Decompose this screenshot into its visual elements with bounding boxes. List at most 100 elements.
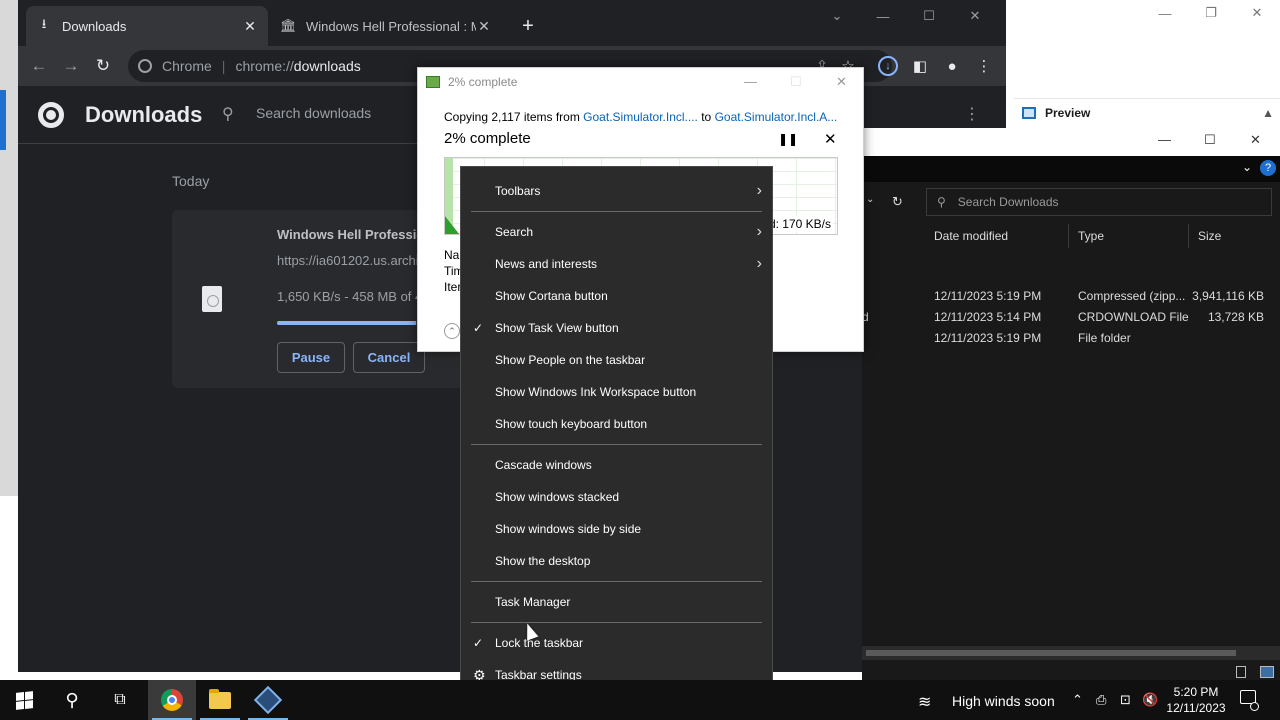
large-icons-view-icon[interactable]: [1260, 666, 1274, 678]
copy-icon: [426, 76, 440, 88]
menu-item-lock-the-taskbar[interactable]: ✓ Lock the taskbar: [461, 627, 772, 659]
scroll-up-icon[interactable]: ▲: [1262, 106, 1274, 120]
close-icon[interactable]: ✕: [952, 4, 998, 28]
task-view-icon[interactable]: ⧉: [96, 680, 144, 720]
menu-item-label: Show the desktop: [495, 554, 591, 568]
horizontal-scrollbar[interactable]: [862, 646, 1280, 660]
pause-button[interactable]: Pause: [277, 342, 345, 373]
forward-icon[interactable]: →: [58, 53, 84, 79]
tab-downloads[interactable]: ⭳ Downloads ✕: [26, 6, 268, 46]
minimize-icon[interactable]: —: [1158, 132, 1171, 147]
tab-windows-hell[interactable]: 🏛 Windows Hell Professional : Mic ✕: [270, 6, 502, 46]
explorer-taskbar-button[interactable]: [196, 680, 244, 720]
network-icon[interactable]: ⊡: [1120, 692, 1131, 708]
search-icon[interactable]: ⚲: [48, 680, 96, 720]
menu-item-label: News and interests: [495, 257, 598, 271]
preview-icon: [1022, 106, 1036, 119]
search-downloads-input[interactable]: Search downloads: [256, 105, 371, 121]
refresh-icon[interactable]: ↻: [892, 194, 903, 210]
search-icon[interactable]: ⚲: [222, 104, 234, 124]
show-hidden-icons-icon[interactable]: ⌃: [1072, 692, 1083, 708]
column-type[interactable]: Type: [1078, 229, 1104, 243]
explorer-search-input[interactable]: ⚲ Search Downloads: [926, 188, 1272, 216]
menu-item-show-cortana-button[interactable]: Show Cortana button: [461, 280, 772, 312]
volume-muted-icon[interactable]: 🔇: [1142, 692, 1158, 708]
menu-item-show-windows-stacked[interactable]: Show windows stacked: [461, 481, 772, 513]
maximize-icon[interactable]: ☐: [1204, 132, 1216, 148]
more-actions-icon[interactable]: ⋮: [964, 104, 980, 124]
chrome-taskbar-button[interactable]: [148, 680, 196, 720]
restore-icon[interactable]: ❐: [1188, 2, 1234, 24]
minimize-icon[interactable]: —: [860, 4, 906, 28]
menu-icon[interactable]: ⋮: [970, 52, 998, 80]
close-icon[interactable]: ✕: [836, 74, 847, 90]
virtualbox-taskbar-button[interactable]: [244, 680, 292, 720]
menu-item-cascade-windows[interactable]: Cascade windows: [461, 449, 772, 481]
scrollbar-thumb[interactable]: [866, 650, 1236, 656]
address-dropdown-icon[interactable]: ⌄: [866, 194, 874, 205]
menu-item-show-task-view-button[interactable]: ✓ Show Task View button: [461, 312, 772, 344]
vertical-scrollbar[interactable]: [1268, 224, 1280, 644]
pause-icon[interactable]: ❚❚: [778, 132, 798, 146]
submenu-arrow-icon: ›: [756, 255, 762, 272]
file-row[interactable]: 12/11/2023 5:19 PM Compressed (zipp... 3…: [862, 286, 1280, 306]
preview-pane-header: Preview ▲: [1014, 98, 1280, 126]
file-row[interactable]: 12/11/2023 5:19 PM File folder: [862, 328, 1280, 348]
tab-close-icon[interactable]: ✕: [242, 18, 258, 35]
ribbon-expand-icon[interactable]: ⌄: [1242, 160, 1252, 174]
cancel-copy-icon[interactable]: ✕: [824, 130, 837, 148]
destination-folder-link[interactable]: Goat.Simulator.Incl.A...: [715, 110, 838, 124]
file-explorer-window: — ☐ ✕ ⌄ ? ⌄ ↻ ⚲ Search Downloads Date mo…: [862, 128, 1280, 682]
start-button[interactable]: [0, 680, 48, 720]
fewer-details-icon[interactable]: ⌃: [444, 323, 460, 339]
maximize-icon[interactable]: ☐: [906, 4, 952, 28]
wind-weather-icon[interactable]: ≋: [918, 692, 931, 712]
explorer-ribbon: ⌄ ?: [862, 156, 1280, 182]
new-tab-button[interactable]: +: [514, 12, 542, 40]
dialog-title: 2% complete: [448, 75, 518, 89]
menu-item-show-windows-side-by-side[interactable]: Show windows side by side: [461, 513, 772, 545]
chrome-icon: [161, 689, 183, 711]
menu-item-search[interactable]: Search ›: [461, 216, 772, 248]
explorer-status-bar: [862, 662, 1280, 682]
cancel-button[interactable]: Cancel: [353, 342, 425, 373]
device-icon[interactable]: ⎙: [1096, 692, 1106, 708]
folder-icon: [209, 688, 231, 709]
column-date-modified[interactable]: Date modified: [934, 229, 1008, 243]
help-icon[interactable]: ?: [1260, 160, 1276, 176]
tab-close-icon[interactable]: ✕: [476, 18, 492, 35]
virtualbox-icon: [253, 685, 283, 715]
menu-item-news-and-interests[interactable]: News and interests ›: [461, 248, 772, 280]
background-window-edge: [0, 0, 18, 496]
reload-icon[interactable]: ↻: [90, 53, 116, 79]
explorer-titlebar: — ☐ ✕: [862, 128, 1280, 156]
menu-separator: [471, 444, 762, 445]
checkmark-icon: ✓: [473, 636, 484, 650]
menu-item-show-the-desktop[interactable]: Show the desktop: [461, 545, 772, 577]
clock-time: 5:20 PM: [1173, 685, 1219, 699]
preview-label: Preview: [1045, 105, 1091, 120]
side-panel-icon[interactable]: ◧: [906, 52, 934, 80]
file-row[interactable]: d 12/11/2023 5:14 PM CRDOWNLOAD File 13,…: [862, 307, 1280, 327]
tab-search-icon[interactable]: ⌄: [814, 4, 860, 28]
menu-item-toolbars[interactable]: Toolbars ›: [461, 175, 772, 207]
menu-item-show-touch-keyboard-button[interactable]: Show touch keyboard button: [461, 408, 772, 440]
weather-widget[interactable]: High winds soon: [952, 693, 1055, 709]
menu-item-show-windows-ink-workspace-button[interactable]: Show Windows Ink Workspace button: [461, 376, 772, 408]
source-folder-link[interactable]: Goat.Simulator.Incl....: [583, 110, 698, 124]
column-size[interactable]: Size: [1198, 229, 1221, 243]
menu-item-show-people-on-the-taskbar[interactable]: Show People on the taskbar: [461, 344, 772, 376]
menu-item-task-manager[interactable]: Task Manager: [461, 586, 772, 618]
details-view-icon[interactable]: [1236, 666, 1246, 678]
downloads-button[interactable]: ↓: [874, 52, 902, 80]
site-label: Chrome: [162, 58, 212, 74]
minimize-icon[interactable]: —: [744, 74, 757, 89]
close-icon[interactable]: ✕: [1250, 132, 1261, 148]
taskbar-clock[interactable]: 5:20 PM 12/11/2023: [1164, 684, 1228, 716]
profile-icon[interactable]: ●: [938, 52, 966, 80]
back-icon[interactable]: ←: [26, 53, 52, 79]
copy-description: Copying 2,117 items from Goat.Simulator.…: [444, 110, 838, 124]
minimize-icon[interactable]: —: [1142, 2, 1188, 24]
close-icon[interactable]: ✕: [1234, 2, 1280, 24]
page-title: Downloads: [85, 102, 203, 127]
